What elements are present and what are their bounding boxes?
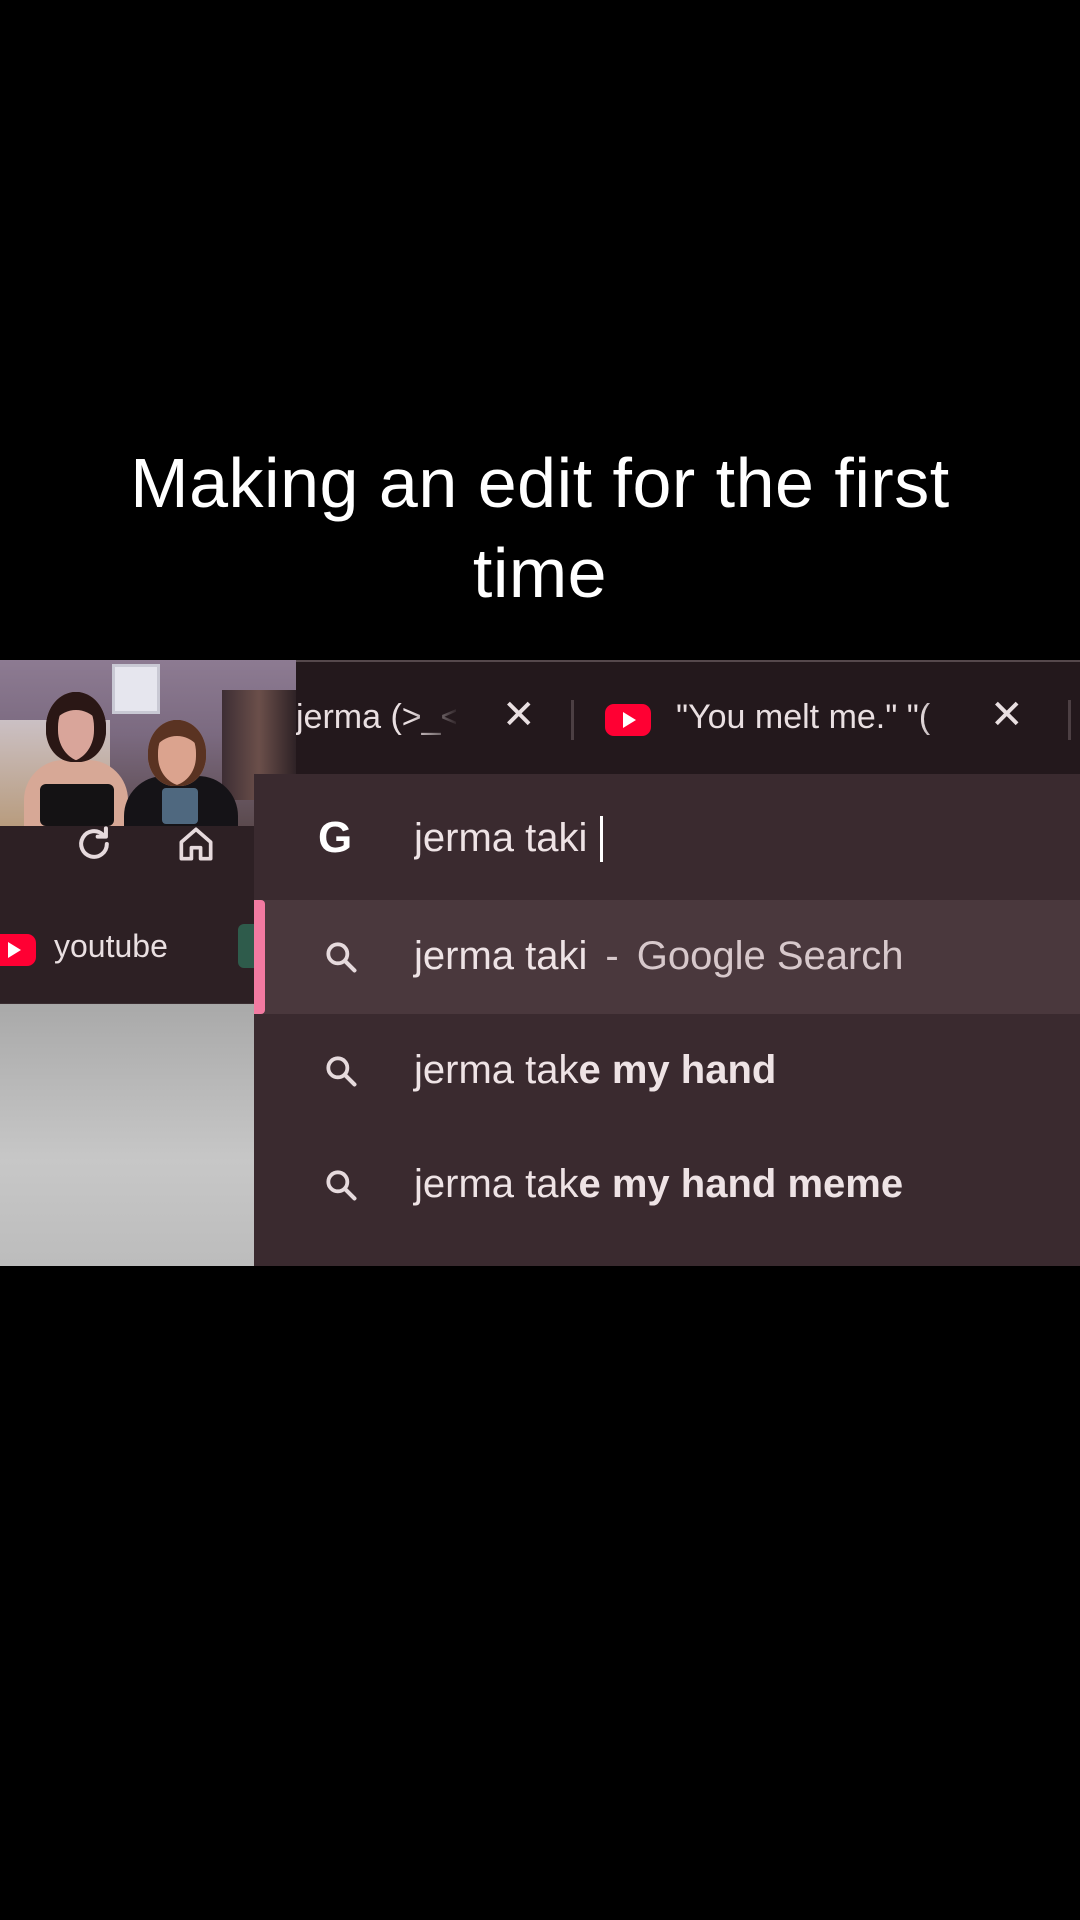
text-cursor: [600, 816, 603, 862]
tab-separator: [571, 700, 574, 740]
caption-line-1: Making an edit for the first: [130, 444, 950, 522]
suggestion-item[interactable]: jerma take my hand meme: [254, 1128, 1080, 1242]
webcam-overlay: [0, 660, 296, 826]
address-bar-input[interactable]: [414, 814, 1014, 862]
suggestion-item[interactable]: jerma take my hand: [254, 1014, 1080, 1128]
home-icon[interactable]: [174, 822, 218, 866]
tab-separator: [1068, 700, 1071, 740]
video-caption: Making an edit for the first time: [60, 438, 1020, 618]
suggestion-text: jerma take my hand: [414, 1048, 776, 1093]
bookmark-icon[interactable]: [238, 924, 254, 968]
search-icon: [326, 942, 357, 973]
suggestion-completion: e my hand meme: [578, 1162, 904, 1206]
google-icon: G: [318, 813, 353, 862]
youtube-bookmark-icon: [0, 934, 36, 966]
caption-line-2: time: [472, 534, 608, 612]
browser-window: jerma (>_< ✕ "You melt me." "( ✕ youtube: [0, 660, 1080, 1266]
suggestion-separator: -: [605, 934, 619, 978]
close-tab-icon[interactable]: ✕: [990, 690, 1024, 740]
close-tab-icon[interactable]: ✕: [502, 690, 536, 740]
bookmark-youtube[interactable]: youtube: [54, 928, 168, 965]
omnibox-dropdown: G jerma taki-Google Search jerma take my…: [254, 774, 1080, 1266]
reload-icon[interactable]: [72, 822, 116, 866]
suggestion-query: jerma taki: [414, 934, 588, 978]
tab-fade: [920, 682, 970, 752]
tab-fade: [410, 682, 460, 752]
suggestion-typed-part: jerma tak: [414, 1162, 579, 1206]
search-icon: [326, 1056, 357, 1087]
selection-indicator: [254, 900, 265, 1014]
youtube-icon: [605, 704, 651, 736]
suggestion-description: Google Search: [636, 934, 904, 978]
suggestion-item[interactable]: jerma taki - Google Search: [254, 900, 1080, 1014]
search-icon: [326, 1170, 357, 1201]
suggestion-text: jerma take my hand meme: [414, 1162, 903, 1207]
suggestion-completion: e my hand: [578, 1048, 777, 1092]
suggestion-typed-part: jerma tak: [414, 1048, 579, 1092]
suggestion-text: jerma taki - Google Search: [414, 934, 904, 979]
page-content: [0, 1004, 254, 1266]
omnibox-input-row[interactable]: G: [254, 774, 1080, 900]
